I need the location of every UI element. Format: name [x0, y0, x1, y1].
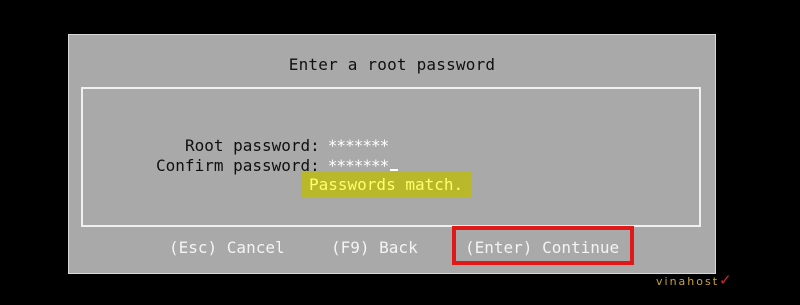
watermark-text: vinahost: [656, 275, 720, 288]
confirm-password-label: Confirm password:: [156, 156, 320, 175]
checkmark-icon: ✓: [719, 271, 732, 289]
password-fields-panel: Root password: ******* Confirm password: *…: [81, 87, 701, 227]
dialog-title: Enter a root password: [288, 55, 496, 74]
continue-highlight-annotation: [452, 226, 634, 265]
cancel-button[interactable]: (Esc) Cancel: [169, 238, 285, 257]
back-button[interactable]: (F9) Back: [331, 238, 418, 257]
vinahost-watermark: vinahost✓: [656, 271, 732, 289]
passwords-match-status: Passwords match.: [301, 171, 472, 198]
